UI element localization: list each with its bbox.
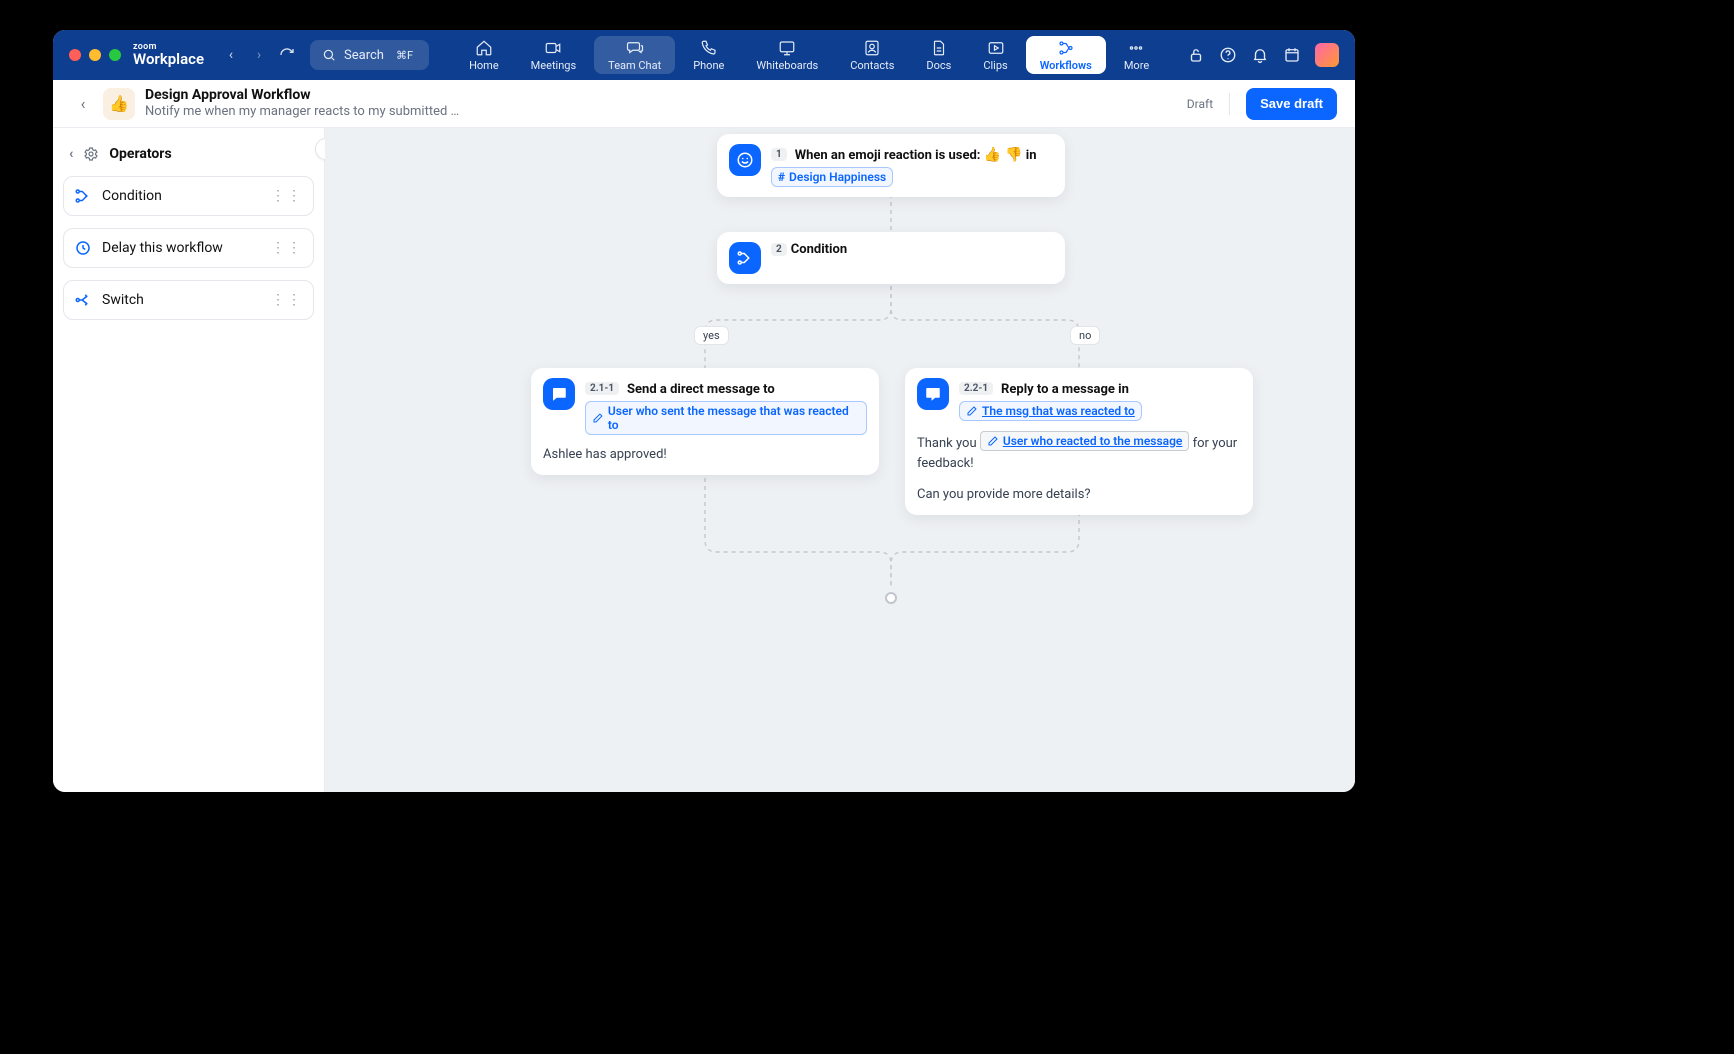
operator-delay[interactable]: Delay this workflow ⋮⋮ (63, 228, 314, 268)
canvas[interactable]: yes no 1 When an emoji reaction is used:… (325, 128, 1355, 792)
tab-workflows[interactable]: Workflows (1026, 36, 1106, 74)
emoji-reaction-icon (729, 144, 761, 176)
search-input[interactable]: Search ⌘F (310, 40, 429, 70)
reply-icon (917, 378, 949, 410)
branch-icon (74, 187, 92, 205)
branch-yes-label: yes (694, 326, 729, 345)
search-placeholder: Search (344, 48, 384, 63)
tab-home[interactable]: Home (455, 36, 513, 74)
node-title: Condition (791, 242, 847, 257)
sidebar: ‹ Operators Condition ⋮⋮ Delay this work… (53, 128, 325, 792)
calendar-icon[interactable] (1283, 46, 1301, 64)
search-icon (322, 48, 336, 62)
sidebar-title: Operators (109, 146, 171, 162)
branch-no-label: no (1070, 326, 1100, 345)
gear-icon (83, 146, 99, 162)
brand: zoom Workplace (133, 43, 204, 67)
node-condition[interactable]: 2 Condition (717, 232, 1065, 284)
pencil-icon (592, 412, 604, 424)
pencil-icon (966, 405, 978, 417)
back-button[interactable]: ‹ (71, 92, 95, 116)
tab-whiteboards[interactable]: Whiteboards (742, 36, 832, 74)
save-draft-button[interactable]: Save draft (1246, 88, 1337, 120)
chevron-left-icon[interactable]: ‹ (69, 146, 73, 162)
divider (1229, 93, 1230, 115)
app-window: zoom Workplace ‹ › Search ⌘F Home Meetin… (53, 30, 1355, 792)
bell-icon[interactable] (1251, 46, 1269, 64)
variable-chip[interactable]: The msg that was reacted to (959, 401, 1142, 421)
node-title: Send a direct message to (627, 382, 775, 397)
drag-handle-icon[interactable]: ⋮⋮ (271, 189, 303, 203)
step-badge: 1 (771, 148, 787, 161)
search-shortcut: ⌘F (392, 48, 417, 63)
tab-more[interactable]: More (1110, 36, 1163, 74)
history-forward-button[interactable]: › (248, 44, 270, 66)
tab-docs[interactable]: Docs (912, 36, 965, 74)
status-badge: Draft (1187, 97, 1213, 111)
drag-handle-icon[interactable]: ⋮⋮ (271, 241, 303, 255)
main: ‹ Operators Condition ⋮⋮ Delay this work… (53, 128, 1355, 792)
thumbs-down-icon: 👎 (1005, 147, 1022, 163)
history-nav: ‹ › (220, 44, 270, 66)
node-send-dm[interactable]: 2.1-1 Send a direct message to User who … (531, 368, 879, 475)
node-reply-msg[interactable]: 2.2-1 Reply to a message in The msg that… (905, 368, 1253, 515)
workflow-header: ‹ 👍 Design Approval Workflow Notify me w… (53, 80, 1355, 128)
switch-icon (74, 291, 92, 309)
topbar: zoom Workplace ‹ › Search ⌘F Home Meetin… (53, 30, 1355, 80)
drag-handle-icon[interactable]: ⋮⋮ (271, 293, 303, 307)
tab-contacts[interactable]: Contacts (836, 36, 908, 74)
minimize-window-icon[interactable] (89, 49, 101, 61)
step-badge: 2.1-1 (585, 382, 619, 395)
main-tabs: Home Meetings Team Chat Phone Whiteboard… (453, 30, 1165, 80)
operator-condition[interactable]: Condition ⋮⋮ (63, 176, 314, 216)
node-title: Reply to a message in (1001, 382, 1129, 397)
tab-phone[interactable]: Phone (679, 36, 738, 74)
channel-chip[interactable]: #Design Happiness (771, 167, 893, 187)
workflow-titles: Design Approval Workflow Notify me when … (145, 87, 459, 119)
lock-icon[interactable] (1187, 46, 1205, 64)
refresh-button[interactable] (276, 44, 298, 66)
pencil-icon (987, 435, 999, 447)
clock-icon (74, 239, 92, 257)
node-title-prefix: When an emoji reaction is used: (795, 148, 984, 163)
maximize-window-icon[interactable] (109, 49, 121, 61)
brand-big: Workplace (133, 52, 204, 67)
step-badge: 2 (771, 243, 787, 256)
topbar-right (1187, 43, 1345, 67)
workflow-subtitle: Notify me when my manager reacts to my s… (145, 104, 459, 120)
message-icon (543, 378, 575, 410)
condition-icon (729, 242, 761, 274)
thumbs-up-icon: 👍 (984, 147, 1001, 163)
end-node[interactable] (885, 592, 897, 604)
close-window-icon[interactable] (69, 49, 81, 61)
operator-switch[interactable]: Switch ⋮⋮ (63, 280, 314, 320)
tab-clips[interactable]: Clips (969, 36, 1021, 74)
variable-chip-inline[interactable]: User who reacted to the message (980, 431, 1190, 451)
operator-label: Switch (102, 292, 144, 308)
step-badge: 2.2-1 (959, 382, 993, 395)
operator-label: Condition (102, 188, 162, 204)
node-trigger[interactable]: 1 When an emoji reaction is used: 👍 👎 in… (717, 134, 1065, 197)
tab-meetings[interactable]: Meetings (517, 36, 590, 74)
history-back-button[interactable]: ‹ (220, 44, 242, 66)
node-body: Ashlee has approved! (543, 445, 867, 465)
avatar[interactable] (1315, 43, 1339, 67)
sidebar-header: ‹ Operators (63, 138, 314, 176)
window-controls[interactable] (69, 49, 121, 61)
operator-label: Delay this workflow (102, 240, 223, 256)
workflow-emoji-icon: 👍 (103, 88, 135, 120)
workflow-title: Design Approval Workflow (145, 87, 459, 104)
help-icon[interactable] (1219, 46, 1237, 64)
node-title-suffix: in (1023, 148, 1037, 163)
variable-chip[interactable]: User who sent the message that was react… (585, 401, 867, 435)
tab-team-chat[interactable]: Team Chat (594, 36, 675, 74)
node-body: Thank you User who reacted to the messag… (917, 431, 1241, 505)
